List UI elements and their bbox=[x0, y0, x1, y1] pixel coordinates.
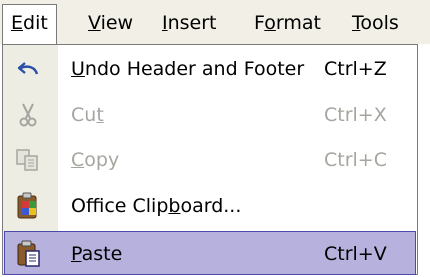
menu-edit[interactable]: Edit bbox=[2, 4, 57, 45]
menu-item-paste[interactable]: Paste Ctrl+V bbox=[4, 231, 416, 275]
undo-label-post: ndo Header and Footer bbox=[84, 58, 305, 80]
menu-item-cut-label: Cut bbox=[71, 93, 104, 137]
menu-item-undo-label: Undo Header and Footer bbox=[71, 47, 304, 91]
office-clipboard-icon bbox=[14, 192, 42, 220]
copy-label-post: opy bbox=[84, 149, 120, 171]
paste-label-post: aste bbox=[81, 243, 123, 265]
menu-item-undo[interactable]: Undo Header and Footer Ctrl+Z bbox=[4, 47, 416, 91]
paste-shortcut: Ctrl+V bbox=[324, 243, 387, 265]
undo-shortcut: Ctrl+Z bbox=[324, 58, 387, 80]
menu-view-text-post: iew bbox=[100, 12, 134, 34]
cut-shortcut: Ctrl+X bbox=[324, 104, 387, 126]
menu-insert[interactable]: Insert bbox=[154, 6, 225, 40]
menu-bar: Edit View Insert Format Tools bbox=[0, 0, 430, 45]
paste-icon bbox=[15, 240, 43, 268]
menu-view-mnemonic: V bbox=[88, 12, 101, 34]
office-clipboard-label-mnemonic: b bbox=[168, 195, 181, 217]
menu-item-cut[interactable]: Cut Ctrl+X bbox=[4, 93, 416, 137]
menu-format-mnemonic: o bbox=[264, 12, 276, 34]
undo-label-mnemonic: U bbox=[71, 58, 85, 80]
menu-format-text-post: rmat bbox=[275, 12, 321, 34]
menu-view[interactable]: View bbox=[80, 6, 141, 40]
cut-label-pre: Cu bbox=[71, 104, 97, 126]
menu-item-copy[interactable]: Copy Ctrl+C bbox=[4, 138, 416, 182]
cut-icon bbox=[14, 101, 42, 129]
cut-label-mnemonic: t bbox=[96, 104, 104, 126]
menu-item-copy-label: Copy bbox=[71, 138, 119, 182]
undo-icon bbox=[14, 55, 42, 83]
menu-format[interactable]: Format bbox=[246, 6, 329, 40]
edit-menu-dropdown: Undo Header and Footer Ctrl+Z Cut Ctrl+X bbox=[2, 44, 418, 275]
copy-icon bbox=[14, 146, 42, 174]
menu-item-paste-label: Paste bbox=[71, 232, 122, 276]
menu-edit-text-post: dit bbox=[23, 12, 48, 34]
office-clipboard-label-pre: Office Clip bbox=[71, 195, 169, 217]
copy-label-mnemonic: C bbox=[71, 149, 85, 171]
office-clipboard-label-post: oard... bbox=[180, 195, 242, 217]
copy-shortcut: Ctrl+C bbox=[324, 149, 387, 171]
paste-label-mnemonic: P bbox=[71, 243, 82, 265]
menu-format-text-pre: F bbox=[254, 12, 265, 34]
menu-tools-text-post: ools bbox=[360, 12, 399, 34]
menu-item-office-clipboard[interactable]: Office Clipboard... bbox=[4, 184, 416, 228]
menu-edit-mnemonic: E bbox=[11, 12, 24, 34]
menu-insert-text-post: nsert bbox=[167, 12, 217, 34]
menu-tools[interactable]: Tools bbox=[344, 6, 407, 40]
menu-item-office-clipboard-label: Office Clipboard... bbox=[71, 184, 241, 228]
